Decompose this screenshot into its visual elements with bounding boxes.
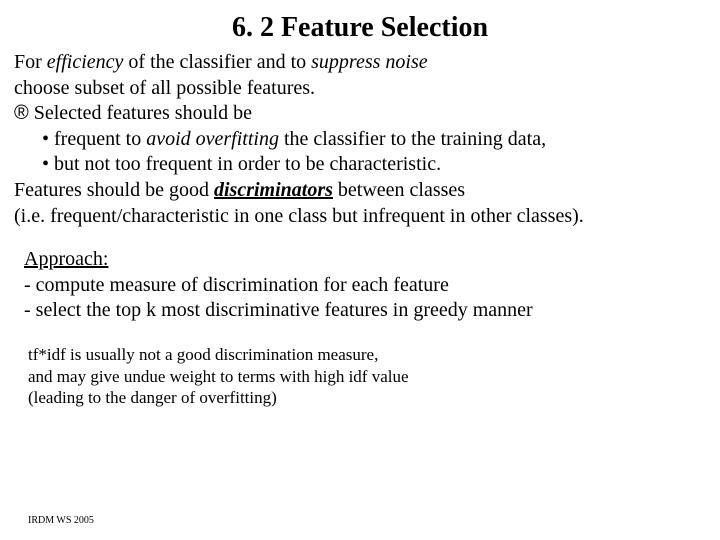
t-italic: suppress noise — [311, 51, 427, 73]
note-block: tf*idf is usually not a good discriminat… — [0, 324, 720, 409]
t: For — [14, 51, 47, 73]
line: Features should be good discriminators b… — [14, 178, 706, 204]
t-emph: discriminators — [214, 179, 333, 201]
t: Features should be good — [14, 179, 214, 201]
t: the classifier to the training data, — [279, 128, 546, 150]
line: For efficiency of the classifier and to … — [14, 50, 706, 76]
slide-title: 6. 2 Feature Selection — [0, 0, 720, 50]
line: (i.e. frequent/characteristic in one cla… — [14, 204, 706, 230]
arrow-icon: ® — [14, 102, 29, 124]
t-italic: efficiency — [47, 51, 124, 73]
line: ® Selected features should be — [14, 101, 706, 127]
line: Approach: — [24, 247, 700, 273]
t-italic: avoid overfitting — [146, 128, 279, 150]
line: and may give undue weight to terms with … — [28, 366, 700, 388]
footer-text: IRDM WS 2005 — [28, 515, 94, 526]
line: (leading to the danger of overfitting) — [28, 387, 700, 409]
bullet-line: • frequent to avoid overfitting the clas… — [14, 127, 706, 153]
line: tf*idf is usually not a good discriminat… — [28, 344, 700, 366]
t: of the classifier and to — [123, 51, 311, 73]
line: choose subset of all possible features. — [14, 76, 706, 102]
line: - compute measure of discrimination for … — [24, 273, 700, 299]
bullet-line: • but not too frequent in order to be ch… — [14, 152, 706, 178]
t: Selected features should be — [29, 102, 252, 124]
line: - select the top k most discriminative f… — [24, 298, 700, 324]
intro-block: For efficiency of the classifier and to … — [0, 50, 720, 229]
t-underline: Approach: — [24, 248, 108, 270]
t: between classes — [333, 179, 465, 201]
slide: 6. 2 Feature Selection For efficiency of… — [0, 0, 720, 540]
t: • frequent to — [42, 128, 146, 150]
approach-block: Approach: - compute measure of discrimin… — [0, 229, 720, 324]
